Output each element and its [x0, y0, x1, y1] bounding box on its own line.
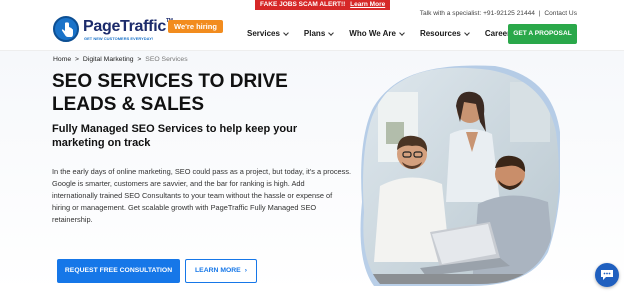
nav-services[interactable]: Services	[247, 29, 289, 38]
scam-alert-learn-more-link[interactable]: Learn More	[350, 1, 385, 8]
request-free-consultation-button[interactable]: REQUEST FREE CONSULTATION	[57, 259, 180, 283]
nav-career-label: Career	[484, 29, 511, 38]
chevron-down-icon	[283, 29, 289, 36]
contact-info: Talk with a specialist: +91-92125 21444 …	[420, 10, 577, 17]
nav-resources[interactable]: Resources	[419, 29, 470, 38]
site-logo[interactable]: PageTrafficTM GET NEW CUSTOMERS EVERYDAY…	[53, 16, 173, 44]
chevron-down-icon	[464, 29, 470, 36]
learn-more-label: LEARN MORE	[195, 267, 241, 274]
top-bar: FAKE JOBS SCAM ALERT!! Learn More Talk w…	[0, 0, 624, 17]
hand-cursor-icon	[53, 16, 79, 42]
chevron-down-icon	[399, 29, 405, 36]
hiring-badge[interactable]: We're hiring	[168, 20, 223, 33]
get-proposal-button[interactable]: GET A PROPOSAL	[508, 24, 577, 44]
breadcrumb: Home > Digital Marketing > SEO Services	[53, 56, 188, 63]
breadcrumb-digital-marketing[interactable]: Digital Marketing	[83, 56, 134, 63]
specialist-phone[interactable]: Talk with a specialist: +91-92125 21444	[420, 10, 535, 17]
nav-services-label: Services	[247, 29, 280, 38]
nav-plans-label: Plans	[303, 29, 326, 38]
hero-image-team	[360, 62, 562, 286]
contact-separator: |	[538, 10, 541, 17]
breadcrumb-separator: >	[137, 56, 142, 63]
chevron-right-icon: ›	[244, 267, 247, 274]
nav-who-we-are[interactable]: Who We Are	[349, 29, 405, 38]
logo-wordmark: PageTrafficTM	[83, 18, 173, 36]
contact-us-link[interactable]: Contact Us	[544, 10, 577, 17]
breadcrumb-separator: >	[75, 56, 80, 63]
scam-alert-text: FAKE JOBS SCAM ALERT!!	[260, 1, 346, 8]
page-title: SEO SERVICES TO DRIVE LEADS & SALES	[52, 71, 288, 115]
logo-name: PageTraffic	[83, 18, 166, 35]
logo-tagline: GET NEW CUSTOMERS EVERYDAY!	[84, 36, 154, 41]
nav-plans[interactable]: Plans	[303, 29, 335, 38]
page-subtitle: Fully Managed SEO Services to help keep …	[52, 123, 298, 149]
main-nav: Services Plans Who We Are Resources Care…	[247, 29, 520, 38]
breadcrumb-home[interactable]: Home	[53, 56, 71, 63]
nav-who-we-are-label: Who We Are	[349, 29, 396, 38]
chat-bubble-icon[interactable]	[595, 263, 619, 287]
learn-more-button[interactable]: LEARN MORE ›	[185, 259, 257, 283]
nav-resources-label: Resources	[419, 29, 461, 38]
chevron-down-icon	[328, 29, 335, 36]
hero-description: In the early days of online marketing, S…	[52, 167, 352, 224]
scam-alert-banner[interactable]: FAKE JOBS SCAM ALERT!! Learn More	[255, 0, 391, 10]
breadcrumb-current: SEO Services	[145, 56, 188, 63]
